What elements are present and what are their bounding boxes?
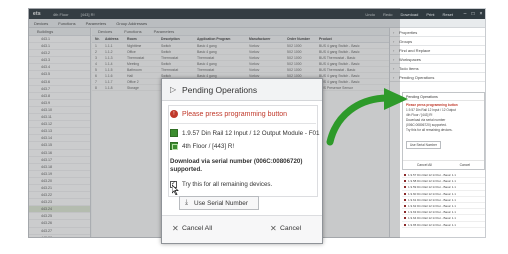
cancel-all-button[interactable]: ✕ Cancel All xyxy=(172,224,212,233)
side-section[interactable]: › Find and Replace xyxy=(390,46,485,55)
side-section[interactable]: › Properties xyxy=(390,28,485,37)
cancel-x-icon: ✕ xyxy=(270,224,277,233)
cancel-button[interactable]: ✕ Cancel xyxy=(270,224,301,233)
side-pending-title: Pending Operations xyxy=(403,93,484,101)
device-name: 1.9.57 Din Rail 12 Input / 12 Output Mod… xyxy=(182,129,320,137)
side-section-label: Pending Operations xyxy=(399,75,435,80)
cancel-all-x-icon: ✕ xyxy=(172,224,179,233)
use-serial-number-label: Use Serial Number xyxy=(194,199,248,207)
location-line: 4th Floor / [443] R! xyxy=(170,142,234,150)
maximize-icon[interactable]: □ xyxy=(469,10,477,18)
mouse-cursor-icon xyxy=(172,185,179,195)
side-operation-list: 1.9.57 Din Rail 12 In/Out - Basic 1.1 1.9… xyxy=(402,172,485,232)
device-icon xyxy=(170,129,178,137)
print-button[interactable]: Print xyxy=(426,12,442,17)
reset-button[interactable]: Reset xyxy=(443,12,461,17)
download-info: Download via serial number (006C:0080672… xyxy=(170,158,320,174)
side-checkbox-label[interactable]: Try this for all remaining devices. xyxy=(406,128,481,133)
download-info-line-1: Download via serial number (006C:0080672… xyxy=(170,158,303,165)
side-pending-operations: Pending Operations Please press programm… xyxy=(402,92,485,170)
dialog-title: Pending Operations xyxy=(182,84,258,95)
side-cancel-all-button[interactable]: Cancel All xyxy=(417,163,432,167)
pending-operations-dialog: ▷ Pending Operations ! Please press prog… xyxy=(161,78,323,244)
close-icon[interactable]: × xyxy=(477,10,485,18)
dialog-title-bar: ▷ Pending Operations xyxy=(162,79,322,101)
side-section[interactable]: › Workspaces xyxy=(390,55,485,64)
minimize-icon[interactable]: – xyxy=(461,10,469,18)
operation-list-item[interactable]: 1.9.65 Din Rail 12 In/Out - Basic 1.1 xyxy=(402,221,485,228)
cancel-label: Cancel xyxy=(280,225,302,232)
device-line: 1.9.57 Din Rail 12 Input / 12 Output Mod… xyxy=(170,129,320,137)
side-section[interactable]: › Pending Operations xyxy=(390,73,485,82)
side-section-label: Find and Replace xyxy=(399,48,431,53)
dialog-footer: ✕ Cancel All ✕ Cancel xyxy=(162,215,322,243)
download-button[interactable]: Download xyxy=(401,12,427,17)
warning-line: ! Please press programming button xyxy=(170,110,287,118)
location-text: 4th Floor / [443] R! xyxy=(182,142,235,150)
side-section-label: Todo Items xyxy=(399,66,419,71)
stop-icon: ! xyxy=(170,110,178,118)
play-triangle-icon: ▷ xyxy=(170,85,177,94)
side-section-label: Workspaces xyxy=(399,57,421,62)
side-section[interactable]: › Groups xyxy=(390,37,485,46)
side-section-label: Groups xyxy=(399,39,413,44)
download-arrow-icon: ⤓ xyxy=(185,199,189,206)
download-info-line-2: supported. xyxy=(170,166,202,173)
side-use-serial-button[interactable]: Use Serial Number xyxy=(406,141,441,149)
try-all-label[interactable]: Try this for all remaining devices. xyxy=(177,181,272,188)
side-footer: Cancel All Cancel xyxy=(403,160,484,169)
pointer-arrow-icon xyxy=(326,88,408,146)
side-section-label: Properties xyxy=(399,30,418,35)
screenshot-root: ets 4th Floor [443] R! Undo Redo Downloa… xyxy=(0,0,508,254)
cancel-all-label: Cancel All xyxy=(182,225,213,232)
side-section[interactable]: › Todo Items xyxy=(390,64,485,73)
warning-text: Please press programming button xyxy=(182,110,288,118)
use-serial-number-button[interactable]: ⤓ Use Serial Number xyxy=(179,196,259,210)
room-icon xyxy=(170,142,178,150)
divider xyxy=(170,123,316,124)
side-cancel-button[interactable]: Cancel xyxy=(460,163,471,167)
try-all-checkbox-row[interactable]: ✓ Try this for all remaining devices. xyxy=(170,181,272,188)
